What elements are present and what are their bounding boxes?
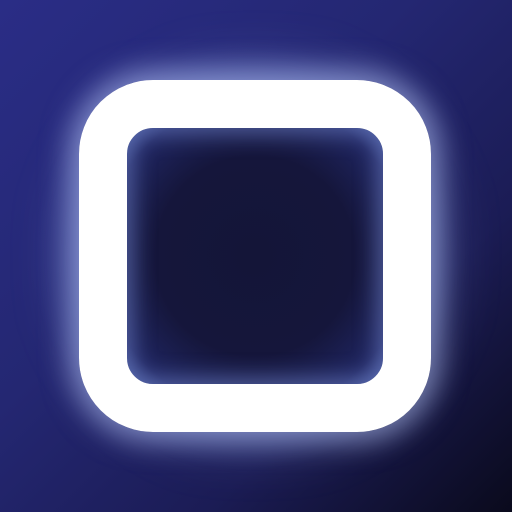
app-icon-canvas — [0, 0, 512, 512]
rounded-square-outline-icon — [79, 80, 431, 432]
